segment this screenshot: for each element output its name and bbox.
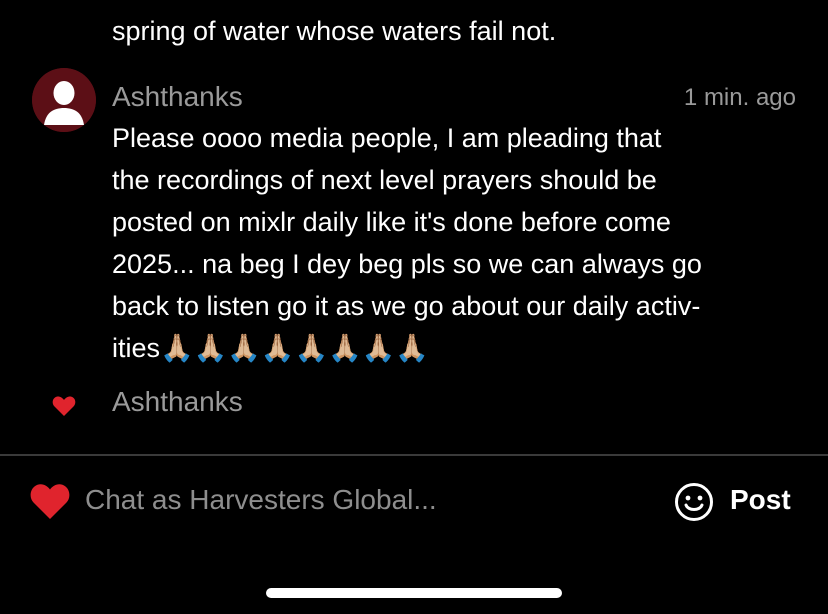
heart-icon (52, 395, 76, 417)
heart-icon (30, 484, 70, 519)
avatar[interactable] (32, 68, 96, 132)
message-timestamp: 1 min. ago (683, 84, 796, 111)
liked-by-name: Ashthanks (112, 386, 243, 417)
message-text: Please oooo media people, I am pleading … (112, 123, 702, 363)
smiley-icon (675, 483, 713, 521)
composer-divider (0, 454, 828, 456)
home-indicator[interactable] (266, 588, 562, 598)
like-button[interactable] (30, 482, 70, 520)
chat-input[interactable] (85, 480, 645, 520)
message-header: Ashthanks 1 min. ago (112, 78, 796, 116)
emoji-button[interactable] (674, 482, 714, 522)
message-username[interactable]: Ashthanks (112, 78, 243, 116)
post-button[interactable]: Post (730, 480, 791, 520)
user-silhouette-icon (32, 68, 96, 132)
previous-message-text: spring of water whose waters fail not. (112, 16, 557, 46)
